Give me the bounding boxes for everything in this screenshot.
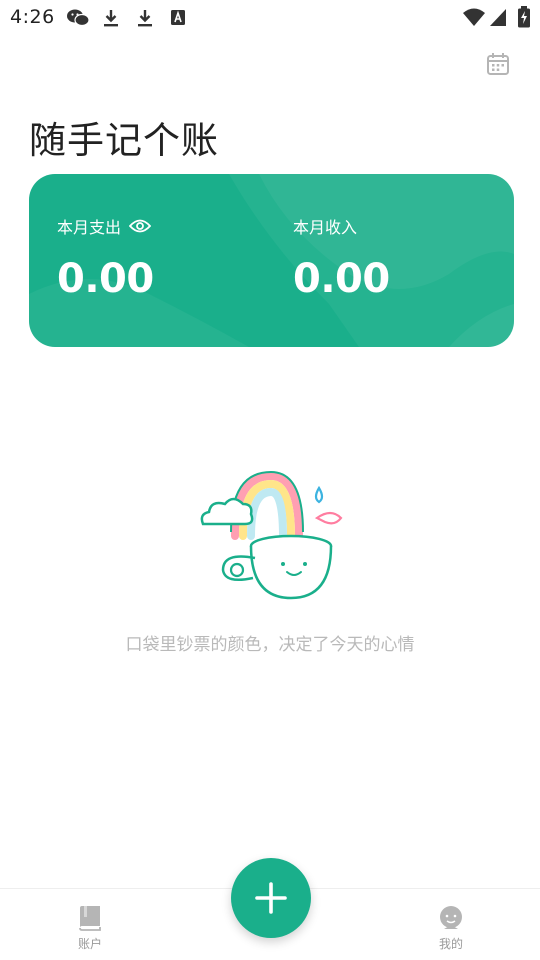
rainbow-cup-illustration <box>200 470 343 600</box>
empty-state-message: 口袋里钞票的颜色，决定了今天的心情 <box>125 635 415 655</box>
income-label: 本月收入 <box>293 218 358 237</box>
keyboard-a-icon <box>171 10 185 25</box>
signal-icon <box>490 9 506 26</box>
calendar-button[interactable] <box>484 50 512 78</box>
wechat-icon <box>67 9 90 27</box>
income-value: 0.00 <box>293 256 390 302</box>
monthly-summary-card[interactable]: 本月支出 0.00 本月收入 0.00 <box>29 174 514 347</box>
wifi-icon <box>463 8 485 26</box>
nav-item-accounts[interactable]: 账户 <box>60 905 120 952</box>
add-record-button[interactable] <box>231 858 311 938</box>
nav-label-accounts: 账户 <box>77 937 102 951</box>
plus-icon <box>255 882 287 914</box>
nav-label-mine: 我的 <box>438 937 463 951</box>
battery-charging-icon <box>518 6 530 28</box>
expense-label: 本月支出 <box>57 218 122 237</box>
expense-stat: 本月支出 0.00 <box>57 214 154 302</box>
status-time: 4:26 <box>10 6 55 28</box>
download-icon <box>104 10 118 27</box>
expense-value: 0.00 <box>57 256 154 302</box>
app-screen: 4:26 随手记个账 本月支出 0.00 本月收入 0.00 口袋里钞票的颜色，… <box>0 0 540 960</box>
eye-icon[interactable] <box>129 218 152 234</box>
status-bar: 4:26 <box>0 0 540 36</box>
book-icon <box>79 906 101 931</box>
page-title: 随手记个账 <box>29 119 219 162</box>
nav-item-mine[interactable]: 我的 <box>421 905 481 952</box>
income-stat: 本月收入 0.00 <box>293 214 390 302</box>
download-icon <box>138 10 152 27</box>
profile-icon <box>440 906 462 929</box>
